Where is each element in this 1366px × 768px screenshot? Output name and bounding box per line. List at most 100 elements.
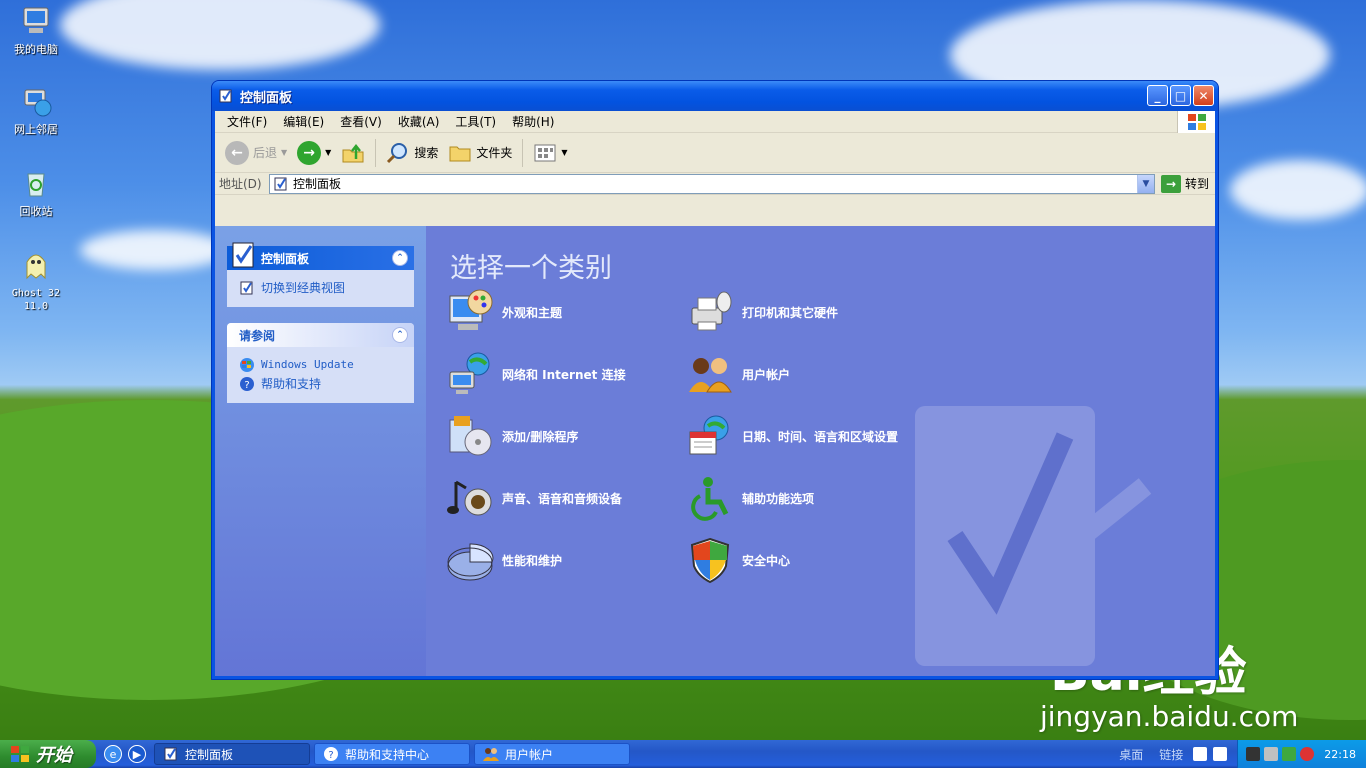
go-button[interactable]: → 转到	[1159, 174, 1215, 193]
control-panel-pane-header[interactable]: 控制面板 ⌃	[227, 242, 414, 270]
menu-edit[interactable]: 编辑(E)	[275, 113, 332, 130]
desktop-icon-ghost[interactable]: Ghost 32 11.0	[0, 248, 72, 313]
menu-help[interactable]: 帮助(H)	[504, 113, 562, 130]
switch-classic-view-link[interactable]: 切换到经典视图	[239, 278, 404, 297]
maximize-button[interactable]: □	[1170, 85, 1191, 106]
start-button[interactable]: 开始	[0, 740, 96, 768]
security-alert-icon[interactable]	[1300, 747, 1315, 761]
desktop-icon-network[interactable]: 网上邻居	[0, 84, 72, 136]
category-accessibility[interactable]: 辅助功能选项	[686, 474, 814, 522]
forward-button[interactable]: → ▼	[293, 137, 335, 169]
desktop-icon-my-computer[interactable]: 我的电脑	[0, 4, 72, 56]
keyboard-icon[interactable]	[1193, 747, 1208, 761]
control-panel-icon	[164, 747, 177, 761]
sound-audio-icon	[447, 480, 492, 516]
link-label: 切换到经典视图	[261, 281, 346, 295]
category-sounds-audio[interactable]: 声音、语音和音频设备	[446, 474, 622, 522]
control-panel-icon	[240, 281, 253, 294]
links-toolbar-link[interactable]: 链接	[1159, 746, 1183, 763]
category-label: 添加/删除程序	[502, 429, 579, 444]
minimize-button[interactable]: _	[1147, 85, 1168, 106]
category-network-internet[interactable]: 网络和 Internet 连接	[446, 350, 626, 398]
title-bar[interactable]: 控制面板 _ □ ✕	[212, 81, 1218, 111]
windows-logo-icon	[11, 746, 29, 762]
media-player-icon[interactable]: ▶	[128, 745, 146, 763]
cloud	[1230, 160, 1366, 220]
menu-favorites[interactable]: 收藏(A)	[390, 113, 448, 130]
windows-update-icon	[240, 357, 254, 372]
user-accounts-icon	[689, 358, 732, 393]
category-printers-hardware[interactable]: 打印机和其它硬件	[686, 288, 838, 336]
collapse-icon[interactable]: ⌃	[392, 250, 408, 266]
category-user-accounts[interactable]: 用户帐户	[686, 350, 790, 398]
ghost-icon	[26, 254, 46, 280]
see-also-pane-header[interactable]: 请参阅 ⌃	[227, 323, 414, 347]
desktop-toolbar-link[interactable]: 桌面	[1119, 746, 1143, 763]
pane-body: 切换到经典视图	[227, 270, 414, 307]
desktop-icon-label: 我的电脑	[14, 43, 58, 56]
page-heading: 选择一个类别	[450, 253, 612, 284]
window-client: 文件(F) 编辑(E) 查看(V) 收藏(A) 工具(T) 帮助(H) ← 后退…	[215, 111, 1215, 676]
desktop-icon-label: Ghost 32 11.0	[11, 288, 61, 312]
help-icon[interactable]	[1213, 747, 1228, 761]
back-button[interactable]: ← 后退 ▼	[221, 137, 291, 169]
quick-launch: e ▶	[96, 745, 154, 763]
menu-tools[interactable]: 工具(T)	[447, 113, 504, 130]
views-button[interactable]: ▼	[529, 137, 571, 169]
folders-label: 文件夹	[476, 146, 513, 160]
go-label: 转到	[1184, 177, 1209, 191]
control-panel-icon	[274, 177, 287, 190]
control-panel-window: 控制面板 _ □ ✕ 文件(F) 编辑(E) 查看(V) 收藏(A) 工具(T)…	[211, 80, 1219, 680]
address-label: 地址(D)	[219, 177, 262, 191]
pane-body: Windows Update ? 帮助和支持	[227, 347, 414, 403]
svg-text:?: ?	[328, 750, 333, 761]
performance-maintenance-icon	[447, 543, 494, 581]
category-label: 网络和 Internet 连接	[502, 367, 626, 382]
menu-file[interactable]: 文件(F)	[219, 113, 275, 130]
toolbar-separator	[522, 138, 524, 167]
baidu-watermark-url: jingyan.baidu.com	[1040, 700, 1299, 733]
clock[interactable]: 22:18	[1324, 748, 1356, 761]
category-performance-maintenance[interactable]: 性能和维护	[446, 536, 562, 584]
address-dropdown-icon[interactable]: ▼	[1136, 174, 1154, 193]
category-label: 日期、时间、语言和区域设置	[742, 429, 899, 444]
windows-logo-icon	[1177, 111, 1215, 133]
up-folder-button[interactable]	[337, 137, 369, 169]
go-arrow-icon: →	[1160, 174, 1181, 193]
category-appearance-themes[interactable]: 外观和主题	[446, 288, 562, 336]
search-button[interactable]: 搜索	[382, 137, 442, 169]
windows-update-link[interactable]: Windows Update	[239, 355, 404, 374]
vmware-icon[interactable]	[1246, 747, 1261, 761]
toolbar-separator	[375, 138, 377, 167]
help-support-link[interactable]: ? 帮助和支持	[239, 374, 404, 393]
address-input[interactable]: 控制面板 ▼	[269, 173, 1155, 194]
my-computer-icon	[23, 7, 49, 33]
language-bar	[1193, 747, 1237, 761]
network-icon[interactable]	[1264, 747, 1279, 761]
taskbar-item-control-panel[interactable]: 控制面板	[154, 743, 310, 765]
menu-view[interactable]: 查看(V)	[332, 113, 390, 130]
category-security-center[interactable]: 安全中心	[686, 536, 790, 584]
taskbar-item-user-accounts[interactable]: 用户帐户	[474, 743, 630, 765]
folders-button[interactable]: 文件夹	[444, 137, 516, 169]
address-bar: 地址(D) 控制面板 ▼ → 转到	[215, 173, 1215, 195]
category-label: 辅助功能选项	[742, 491, 815, 506]
control-panel-icon	[232, 242, 254, 268]
collapse-icon[interactable]: ⌃	[392, 327, 408, 343]
category-label: 打印机和其它硬件	[742, 305, 839, 320]
pane-title: 请参阅	[239, 328, 276, 343]
address-value: 控制面板	[293, 177, 342, 191]
close-button[interactable]: ✕	[1193, 85, 1214, 106]
category-date-time-language[interactable]: 日期、时间、语言和区域设置	[686, 412, 898, 460]
desktop-icon-recycle-bin[interactable]: 回收站	[0, 166, 72, 218]
internet-explorer-icon[interactable]: e	[104, 745, 122, 763]
add-remove-programs-icon	[449, 416, 492, 456]
back-arrow-icon: ←	[225, 140, 249, 165]
desktop-icon-label: 回收站	[19, 205, 53, 218]
task-label: 帮助和支持中心	[345, 747, 430, 762]
category-add-remove-programs[interactable]: 添加/删除程序	[446, 412, 578, 460]
system-tray: 22:18	[1237, 740, 1366, 768]
category-label: 用户帐户	[742, 367, 791, 382]
taskbar-item-help-center[interactable]: ? 帮助和支持中心	[314, 743, 470, 765]
sound-icon[interactable]	[1282, 747, 1297, 761]
